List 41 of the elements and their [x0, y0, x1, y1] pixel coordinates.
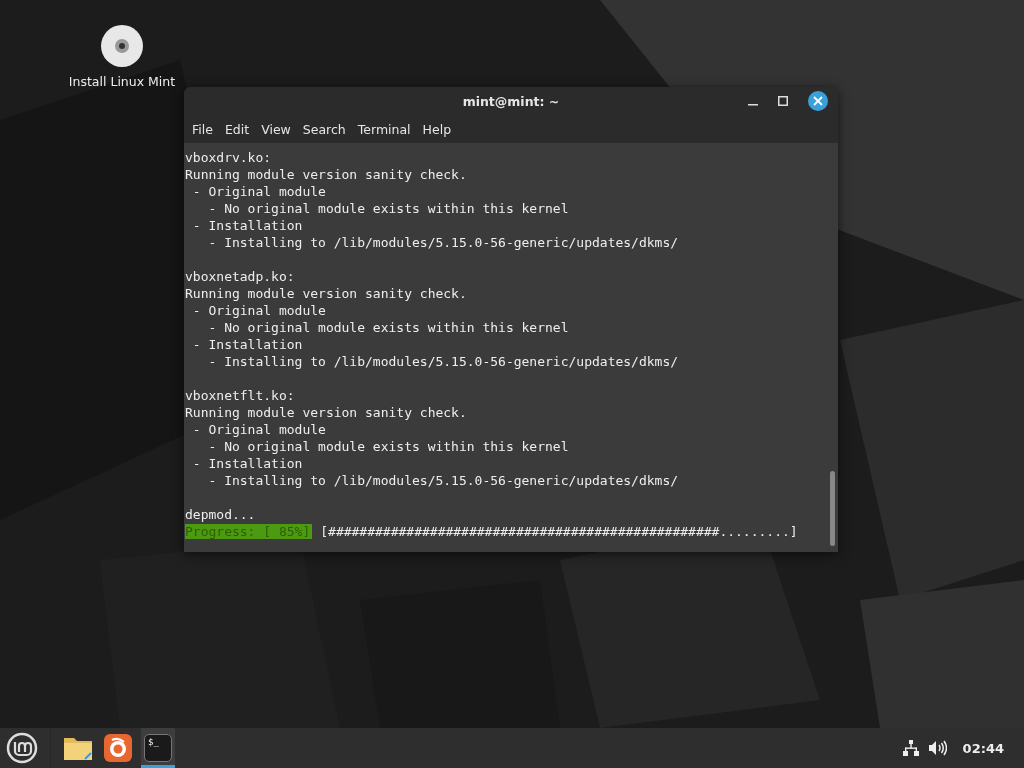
terminal-icon: $_ — [144, 734, 172, 762]
network-icon[interactable] — [902, 740, 919, 756]
terminal-line: - Original module — [191, 421, 327, 438]
menu-logo-icon[interactable] — [6, 732, 38, 764]
scrollbar-thumb[interactable] — [830, 471, 835, 546]
menu-item[interactable]: Search — [298, 121, 354, 137]
terminal-line: vboxdrv.ko: — [185, 149, 273, 166]
browser-icon — [104, 734, 132, 762]
terminal-line: - No original module exists within this kernel — [207, 200, 570, 217]
menu-item[interactable]: Terminal — [353, 121, 419, 137]
disc-icon[interactable] — [100, 24, 144, 68]
desktop-icon-label[interactable]: Install Linux Mint — [68, 74, 176, 89]
folder-icon — [63, 735, 93, 761]
terminal-line: - Installation — [191, 217, 304, 234]
terminal-line: vboxnetflt.ko: — [185, 387, 296, 404]
terminal-line: - Installing to /lib/modules/5.15.0-56-generic/updates/dkms/ — [207, 234, 680, 251]
terminal-line: - No original module exists within this kernel — [207, 438, 570, 455]
terminal-line: - Installation — [191, 455, 304, 472]
terminal-line: vboxnetadp.ko: — [185, 268, 296, 285]
clock[interactable]: 02:44 — [962, 740, 1004, 756]
close-icon[interactable] — [808, 91, 828, 111]
terminal-line: Running module version sanity check. — [185, 166, 468, 183]
terminal-line: - Installing to /lib/modules/5.15.0-56-generic/updates/dkms/ — [207, 353, 680, 370]
window-title: mint@mint: ~ — [462, 93, 560, 109]
terminal-line: Running module version sanity check. — [185, 404, 468, 421]
terminal-line: - Installation — [191, 336, 304, 353]
terminal-line: Running module version sanity check. — [185, 285, 468, 302]
progress-text: [##################################################.........] — [320, 524, 798, 539]
taskbar-button[interactable]: $_ — [141, 728, 175, 768]
terminal-line: - Original module — [191, 183, 327, 200]
volume-icon[interactable] — [928, 740, 947, 756]
terminal-line: - No original module exists within this kernel — [207, 319, 570, 336]
maximize-icon[interactable] — [778, 96, 788, 106]
terminal-line: - Original module — [191, 302, 327, 319]
menu-item[interactable]: Help — [418, 121, 460, 137]
terminal-line: depmod... — [185, 506, 257, 523]
terminal-line: - Installing to /lib/modules/5.15.0-56-generic/updates/dkms/ — [207, 472, 680, 489]
menu-item[interactable]: View — [257, 121, 299, 137]
menu-item[interactable]: Edit — [220, 121, 258, 137]
progress-label: Progress: [ 85%] — [185, 524, 313, 539]
menu-item[interactable]: File — [188, 121, 221, 137]
